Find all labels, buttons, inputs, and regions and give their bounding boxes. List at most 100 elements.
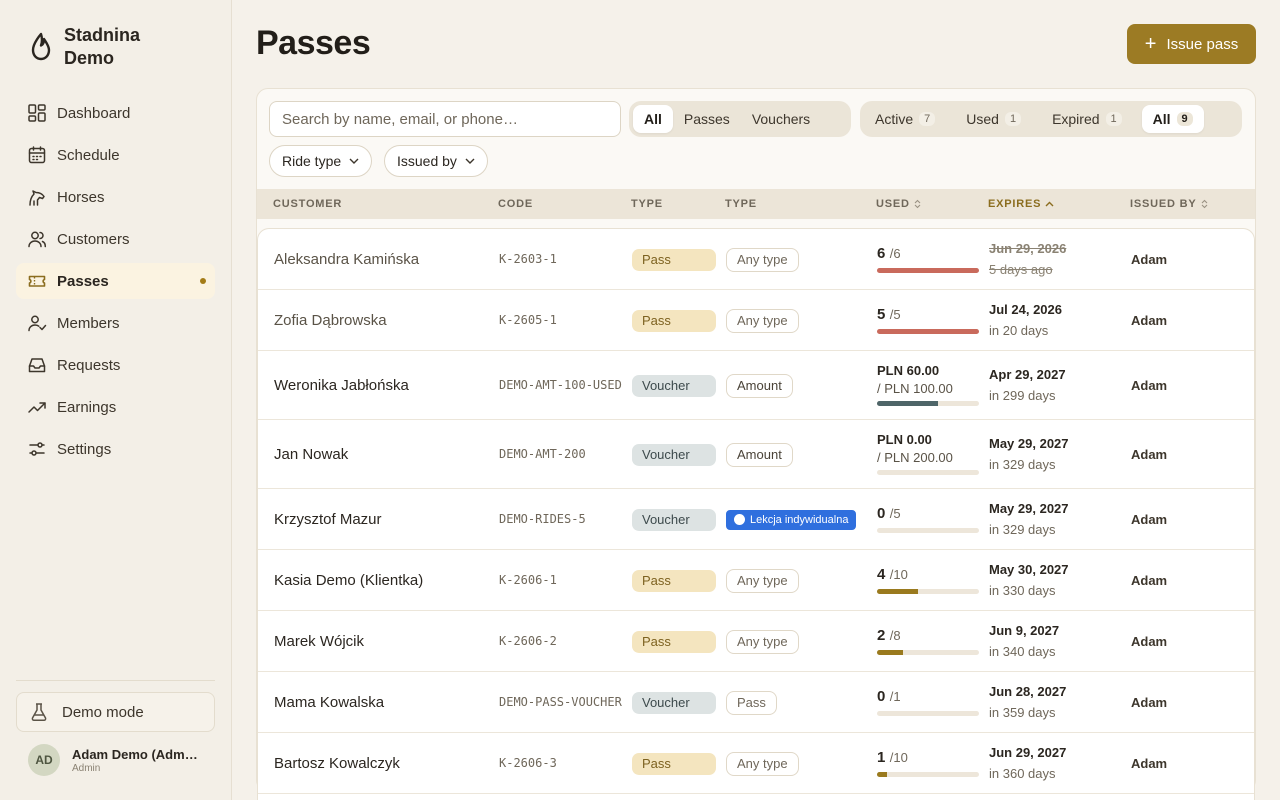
pass-kind-badge: Voucher xyxy=(632,374,716,397)
used-count: 5 xyxy=(877,305,886,323)
user-name: Adam Demo (Admin) xyxy=(72,746,198,762)
total-count: /10 xyxy=(889,566,908,582)
scope-label: Any type xyxy=(737,252,788,267)
drop-logo-icon xyxy=(31,32,51,61)
used-cell: PLN 0.00 / PLN 200.00 xyxy=(877,432,979,475)
customer-name[interactable]: Weronika Jabłońska xyxy=(274,377,409,394)
sidebar-item-horses[interactable]: Horses xyxy=(16,179,215,215)
sidebar-item-requests[interactable]: Requests xyxy=(16,347,215,383)
total-count: /1 xyxy=(889,688,901,704)
issued-by-filter[interactable]: Issued by xyxy=(384,145,488,177)
table-row[interactable]: Jan Nowak DEMO-AMT-200 Voucher Amount PL… xyxy=(258,420,1254,489)
expiry-cell: Jun 9, 2027 in 340 days xyxy=(989,623,1059,659)
table-row[interactable]: Mama Kowalska DEMO-PASS-VOUCHER Voucher … xyxy=(258,672,1254,733)
table-row[interactable]: Kasia Demo (Klientka) K-2606-1 Pass Any … xyxy=(258,550,1254,611)
user-role: Admin xyxy=(72,762,101,774)
expiry-relative: in 329 days xyxy=(989,521,1056,537)
sidebar-item-label: Schedule xyxy=(57,146,120,164)
sidebar-item-settings[interactable]: Settings xyxy=(16,431,215,467)
expiry-relative: in 299 days xyxy=(989,387,1056,403)
demo-mode-label: Demo mode xyxy=(62,703,144,721)
table-row[interactable]: Marek Wójcik K-2606-2 Pass Any type 2 /8… xyxy=(258,611,1254,672)
ticket-icon xyxy=(27,271,47,291)
sliders-icon xyxy=(27,439,47,459)
customer-name[interactable]: Aleksandra Kamińska xyxy=(274,251,419,268)
type-filter-tabs: All Passes Vouchers xyxy=(629,101,851,137)
expiry-date: Apr 29, 2027 xyxy=(989,366,1066,382)
expiry-date: May 29, 2027 xyxy=(989,500,1069,516)
tab-passes[interactable]: Passes xyxy=(673,105,741,133)
status-tab-all[interactable]: All 9 xyxy=(1141,105,1204,133)
issue-pass-button[interactable]: + Issue pass xyxy=(1127,24,1256,64)
table-row[interactable]: Aleksandra Kamińska K-2603-1 Pass Any ty… xyxy=(258,229,1254,290)
brand[interactable]: Stadnina Demo xyxy=(30,24,174,70)
customer-name[interactable]: Jan Nowak xyxy=(274,446,348,463)
table-row[interactable]: Krzysztof Mazur DEMO-RIDES-5 Voucher Lek… xyxy=(258,489,1254,550)
expiry-cell: May 29, 2027 in 329 days xyxy=(989,436,1069,472)
expiry-relative: in 330 days xyxy=(989,582,1056,598)
used-cell: 6 /6 xyxy=(877,245,979,273)
usage-bar xyxy=(877,469,979,475)
sidebar-item-earnings[interactable]: Earnings xyxy=(16,389,215,425)
expiry-cell: May 29, 2027 in 329 days xyxy=(989,501,1069,537)
scope-tag: Any type xyxy=(726,308,799,333)
issued-by: Adam xyxy=(1131,755,1168,771)
sidebar-item-customers[interactable]: Customers xyxy=(16,221,215,257)
pass-kind-label: Voucher xyxy=(642,447,690,462)
scope-tag: Any type xyxy=(726,751,799,776)
customer-name[interactable]: Bartosz Kowalczyk xyxy=(274,755,400,772)
usage-bar xyxy=(877,710,979,716)
customer-name[interactable]: Kasia Demo (Klientka) xyxy=(274,572,423,589)
horse-icon xyxy=(27,187,47,207)
scope-tag: Any type xyxy=(726,247,799,272)
scope-label: Lekcja indywidualna xyxy=(750,513,849,526)
col-used-sort[interactable]: USED xyxy=(876,198,921,210)
customer-name[interactable]: Marek Wójcik xyxy=(274,633,364,650)
status-tab-expired[interactable]: Expired 1 xyxy=(1041,105,1133,133)
search-input[interactable] xyxy=(269,101,621,137)
main-nav: Dashboard Schedule Horses Customers Pass… xyxy=(16,95,215,473)
table-row[interactable]: Zofia Dąbrowska K-2605-1 Pass Any type 5… xyxy=(258,290,1254,351)
sidebar-item-passes[interactable]: Passes xyxy=(16,263,215,299)
pass-kind-badge: Pass xyxy=(632,248,716,271)
customer-name[interactable]: Mama Kowalska xyxy=(274,694,384,711)
pass-kind-label: Voucher xyxy=(642,378,690,393)
sidebar-item-schedule[interactable]: Schedule xyxy=(16,137,215,173)
customer-name[interactable]: Zofia Dąbrowska xyxy=(274,312,387,329)
tab-all[interactable]: All xyxy=(633,105,673,133)
sidebar-item-dashboard[interactable]: Dashboard xyxy=(16,95,215,131)
sidebar-item-members[interactable]: Members xyxy=(16,305,215,341)
total-amount: / PLN 200.00 xyxy=(877,449,953,465)
col-expires-sort[interactable]: EXPIRES xyxy=(988,198,1054,210)
tab-vouchers[interactable]: Vouchers xyxy=(741,105,821,133)
sidebar-item-label: Members xyxy=(57,314,120,332)
table-row[interactable]: Bartosz Kowalczyk K-2606-3 Pass Any type… xyxy=(258,733,1254,794)
issue-pass-label: Issue pass xyxy=(1166,35,1239,53)
scope-label: Any type xyxy=(737,573,788,588)
avatar: AD xyxy=(28,744,60,776)
sort-icon xyxy=(1201,199,1207,209)
scope-label: Pass xyxy=(737,695,766,710)
scope-label: Amount xyxy=(737,378,782,393)
total-count: /6 xyxy=(889,245,901,261)
pass-kind-label: Pass xyxy=(642,756,671,771)
status-tab-active[interactable]: Active 7 xyxy=(864,105,946,133)
flask-icon xyxy=(31,703,47,721)
status-tab-used[interactable]: Used 1 xyxy=(955,105,1032,133)
used-count: 0 xyxy=(877,504,886,522)
used-cell: PLN 60.00 / PLN 100.00 xyxy=(877,363,979,406)
pass-kind-label: Voucher xyxy=(642,695,690,710)
customer-name[interactable]: Krzysztof Mazur xyxy=(274,511,382,528)
col-issued-by-sort[interactable]: ISSUED BY xyxy=(1130,198,1208,210)
plus-icon: + xyxy=(1144,33,1157,55)
ride-type-filter[interactable]: Ride type xyxy=(269,145,373,177)
inbox-icon xyxy=(27,355,47,375)
user-profile[interactable]: AD Adam Demo (Admin) Admin xyxy=(28,744,198,776)
expiry-cell: Apr 29, 2027 in 299 days xyxy=(989,367,1066,403)
demo-mode-button[interactable]: Demo mode xyxy=(16,692,215,732)
expiry-date: May 30, 2027 xyxy=(989,561,1069,577)
table-row[interactable]: Weronika Jabłońska DEMO-AMT-100-USED Vou… xyxy=(258,351,1254,420)
used-count: 1 xyxy=(877,748,886,766)
expiry-cell: Jun 28, 2027 in 359 days xyxy=(989,684,1066,720)
expiry-date: Jun 28, 2027 xyxy=(989,683,1067,699)
